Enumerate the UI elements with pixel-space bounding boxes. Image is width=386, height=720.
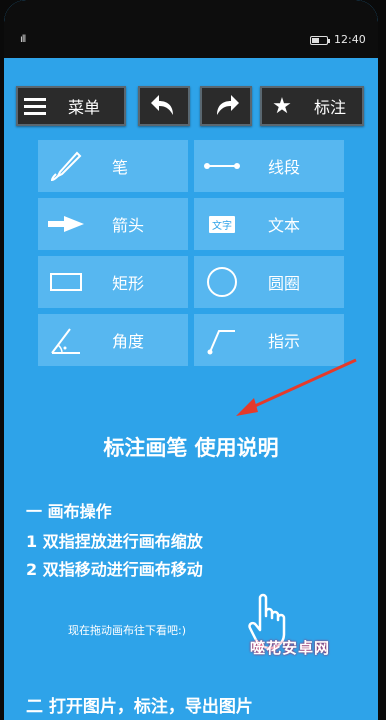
undo-icon (151, 95, 173, 115)
signal-icon: ıll (20, 34, 26, 45)
status-bar: ıll 12:40 (4, 0, 378, 58)
scroll-hint: 现在拖动画布往下看吧:) (68, 624, 186, 637)
tool-label: 指示 (268, 332, 301, 351)
tool-line-segment[interactable]: 线段 (194, 140, 344, 192)
tool-circle[interactable]: 圆圈 (194, 256, 344, 308)
mark-button[interactable]: ★ 标注 (260, 86, 364, 126)
watermark: 噬花安卓网 (250, 639, 331, 657)
tool-label: 文本 (268, 216, 301, 235)
tool-pen[interactable]: 笔 (38, 140, 188, 192)
pen-icon (50, 151, 82, 182)
text-icon: 文字 (209, 215, 235, 233)
section2-heading: 二 打开图片，标注，导出图片 (26, 697, 253, 717)
tool-label: 圆圈 (268, 274, 301, 293)
rectangle-icon (50, 273, 82, 291)
redo-button[interactable] (200, 86, 252, 126)
tool-label: 箭头 (112, 216, 145, 235)
tool-label: 角度 (112, 332, 145, 351)
tool-label: 笔 (112, 158, 129, 177)
guide-title: 标注画笔 使用说明 (103, 436, 279, 460)
status-time: 12:40 (334, 33, 366, 46)
battery-icon (310, 36, 330, 45)
app-screen: ıll 12:40 菜单 ★ 标注 笔 线段 箭头 文字 文本 矩形 圆圈 角度… (4, 0, 378, 720)
red-arrow-annotation (236, 358, 357, 416)
menu-button[interactable]: 菜单 (16, 86, 126, 126)
guide-step-2: 2 双指移动进行画布移动 (26, 560, 203, 579)
phone-frame: ıll 12:40 菜单 ★ 标注 笔 线段 箭头 文字 文本 矩形 圆圈 角度… (0, 0, 386, 720)
line-segment-icon (204, 163, 240, 169)
mark-button-label: 标注 (314, 98, 347, 117)
circle-icon (207, 267, 237, 297)
tool-angle[interactable]: 角度 (38, 314, 188, 366)
arrow-icon (48, 216, 84, 232)
redo-icon (217, 95, 239, 115)
star-icon: ★ (272, 93, 292, 119)
section1-heading: 一 画布操作 (26, 502, 112, 521)
angle-icon (51, 328, 80, 354)
tool-text[interactable]: 文字 文本 (194, 198, 344, 250)
tool-label: 矩形 (112, 274, 145, 293)
guide-step-1: 1 双指捏放进行画布缩放 (26, 532, 203, 551)
tool-rectangle[interactable]: 矩形 (38, 256, 188, 308)
undo-button[interactable] (138, 86, 190, 126)
pointer-icon (207, 330, 235, 355)
tool-label: 线段 (268, 158, 301, 177)
toolbar: 菜单 ★ 标注 (4, 86, 378, 126)
menu-button-label: 菜单 (68, 98, 101, 117)
tool-arrow[interactable]: 箭头 (38, 198, 188, 250)
menu-icon (24, 97, 58, 115)
